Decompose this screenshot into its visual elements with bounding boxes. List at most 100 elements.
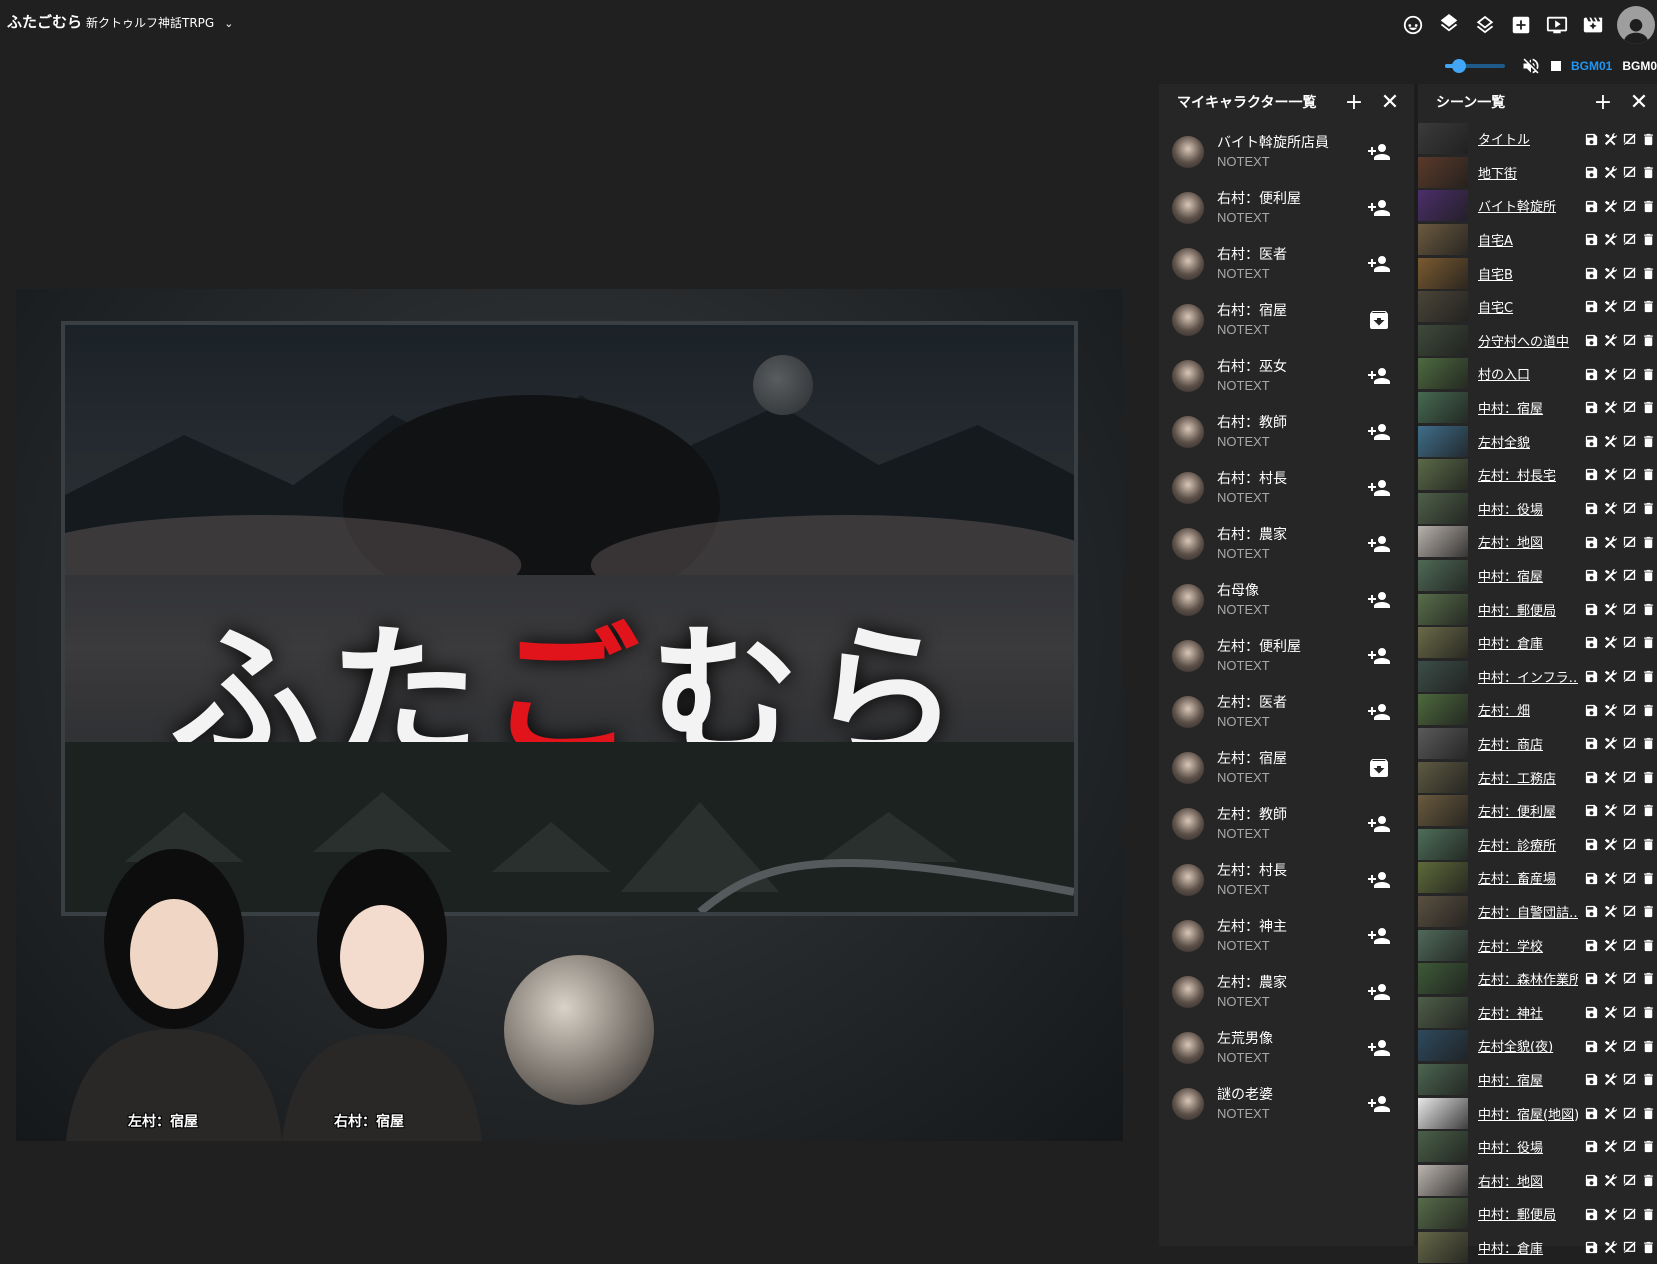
person-add-icon[interactable] <box>1366 812 1392 836</box>
scene-name-link[interactable]: 左村：畜産場 <box>1478 868 1578 887</box>
delete-icon[interactable] <box>1639 668 1657 686</box>
scene-list-item[interactable]: 左村：工務店 <box>1418 760 1657 794</box>
close-icon[interactable]: ✕ <box>1372 84 1408 120</box>
scene-name-link[interactable]: 中村：倉庫 <box>1478 633 1578 652</box>
tools-icon[interactable] <box>1601 130 1619 148</box>
hide-image-icon[interactable] <box>1620 298 1638 316</box>
scene-name-link[interactable]: 左村：便利屋 <box>1478 801 1578 820</box>
save-icon[interactable] <box>1582 1104 1600 1122</box>
hide-image-icon[interactable] <box>1620 432 1638 450</box>
volume-mute-icon[interactable] <box>1521 56 1541 76</box>
delete-icon[interactable] <box>1639 1171 1657 1189</box>
save-icon[interactable] <box>1582 432 1600 450</box>
hide-image-icon[interactable] <box>1620 365 1638 383</box>
hide-image-icon[interactable] <box>1620 231 1638 249</box>
scene-list-item[interactable]: 中村：宿屋(地図) <box>1418 1096 1657 1130</box>
bgm-tab-1[interactable]: BGM01 <box>1571 59 1612 73</box>
tools-icon[interactable] <box>1601 500 1619 518</box>
delete-icon[interactable] <box>1639 701 1657 719</box>
save-icon[interactable] <box>1582 1138 1600 1156</box>
layers-icon[interactable] <box>1431 9 1467 41</box>
tools-icon[interactable] <box>1601 466 1619 484</box>
save-icon[interactable] <box>1582 869 1600 887</box>
add-box-icon[interactable] <box>1503 9 1539 41</box>
movie-effect-icon[interactable] <box>1575 9 1611 41</box>
scene-list-item[interactable]: 左村：神社 <box>1418 995 1657 1029</box>
save-icon[interactable] <box>1582 164 1600 182</box>
delete-icon[interactable] <box>1639 1037 1657 1055</box>
hide-image-icon[interactable] <box>1620 567 1638 585</box>
character-list-item[interactable]: 右村：便利屋 NOTEXT <box>1159 180 1414 236</box>
hide-image-icon[interactable] <box>1620 533 1638 551</box>
scene-list-item[interactable]: 左村：地図 <box>1418 525 1657 559</box>
scene-list-item[interactable]: 中村：役場 <box>1418 492 1657 526</box>
scene-list-item[interactable]: 村の入口 <box>1418 357 1657 391</box>
scene-name-link[interactable]: 左村：村長宅 <box>1478 465 1578 484</box>
scene-list-item[interactable]: 左村：自警団詰… <box>1418 895 1657 929</box>
delete-icon[interactable] <box>1639 768 1657 786</box>
tools-icon[interactable] <box>1601 533 1619 551</box>
tools-icon[interactable] <box>1601 903 1619 921</box>
person-add-icon[interactable] <box>1366 588 1392 612</box>
hide-image-icon[interactable] <box>1620 600 1638 618</box>
delete-icon[interactable] <box>1639 432 1657 450</box>
tools-icon[interactable] <box>1601 768 1619 786</box>
save-icon[interactable] <box>1582 600 1600 618</box>
tools-icon[interactable] <box>1601 1239 1619 1257</box>
scene-name-link[interactable]: 左村：工務店 <box>1478 768 1578 787</box>
hide-image-icon[interactable] <box>1620 164 1638 182</box>
character-list-item[interactable]: 左村：農家 NOTEXT <box>1159 964 1414 1020</box>
tools-icon[interactable] <box>1601 298 1619 316</box>
delete-icon[interactable] <box>1639 600 1657 618</box>
scene-name-link[interactable]: 中村：宿屋 <box>1478 1070 1578 1089</box>
add-icon[interactable]: + <box>1336 84 1372 120</box>
character-list-item[interactable]: 左村：教師 NOTEXT <box>1159 796 1414 852</box>
save-icon[interactable] <box>1582 835 1600 853</box>
tools-icon[interactable] <box>1601 365 1619 383</box>
delete-icon[interactable] <box>1639 802 1657 820</box>
hide-image-icon[interactable] <box>1620 802 1638 820</box>
hide-image-icon[interactable] <box>1620 903 1638 921</box>
tools-icon[interactable] <box>1601 668 1619 686</box>
save-icon[interactable] <box>1582 936 1600 954</box>
tools-icon[interactable] <box>1601 634 1619 652</box>
save-icon[interactable] <box>1582 533 1600 551</box>
person-add-icon[interactable] <box>1366 532 1392 556</box>
scene-list-item[interactable]: 左村：便利屋 <box>1418 794 1657 828</box>
tools-icon[interactable] <box>1601 164 1619 182</box>
scene-list-item[interactable]: 左村全貌(夜) <box>1418 1029 1657 1063</box>
tools-icon[interactable] <box>1601 1037 1619 1055</box>
room-title-menu[interactable]: ふたごむら 新クトゥルフ神話TRPG ⌄ <box>7 11 233 32</box>
scene-list-item[interactable]: 左村：学校 <box>1418 928 1657 962</box>
delete-icon[interactable] <box>1639 1205 1657 1223</box>
save-icon[interactable] <box>1582 1239 1600 1257</box>
delete-icon[interactable] <box>1639 1104 1657 1122</box>
save-icon[interactable] <box>1582 802 1600 820</box>
tools-icon[interactable] <box>1601 567 1619 585</box>
delete-icon[interactable] <box>1639 130 1657 148</box>
stop-icon[interactable] <box>1550 61 1561 71</box>
character-list-item[interactable]: 左荒男像 NOTEXT <box>1159 1020 1414 1076</box>
save-icon[interactable] <box>1582 264 1600 282</box>
scene-list-item[interactable]: 左村：畜産場 <box>1418 861 1657 895</box>
hide-image-icon[interactable] <box>1620 466 1638 484</box>
layers-outline-icon[interactable] <box>1467 9 1503 41</box>
scene-list-item[interactable]: 左村：村長宅 <box>1418 458 1657 492</box>
person-add-icon[interactable] <box>1366 1092 1392 1116</box>
delete-icon[interactable] <box>1639 1138 1657 1156</box>
hide-image-icon[interactable] <box>1620 835 1638 853</box>
character-list-item[interactable]: 左村：便利屋 NOTEXT <box>1159 628 1414 684</box>
save-icon[interactable] <box>1582 567 1600 585</box>
character-list-item[interactable]: 左村：村長 NOTEXT <box>1159 852 1414 908</box>
scene-name-link[interactable]: 中村：役場 <box>1478 1137 1578 1156</box>
save-icon[interactable] <box>1582 1037 1600 1055</box>
scene-name-link[interactable]: 分守村への道中 <box>1478 331 1578 350</box>
close-icon[interactable]: ✕ <box>1621 84 1657 120</box>
scene-list-item[interactable]: 中村：郵便局 <box>1418 1197 1657 1231</box>
scene-name-link[interactable]: 左村：畑 <box>1478 700 1578 719</box>
delete-icon[interactable] <box>1639 735 1657 753</box>
delete-icon[interactable] <box>1639 332 1657 350</box>
scene-name-link[interactable]: 左村：地図 <box>1478 532 1578 551</box>
delete-icon[interactable] <box>1639 466 1657 484</box>
person-add-icon[interactable] <box>1366 196 1392 220</box>
